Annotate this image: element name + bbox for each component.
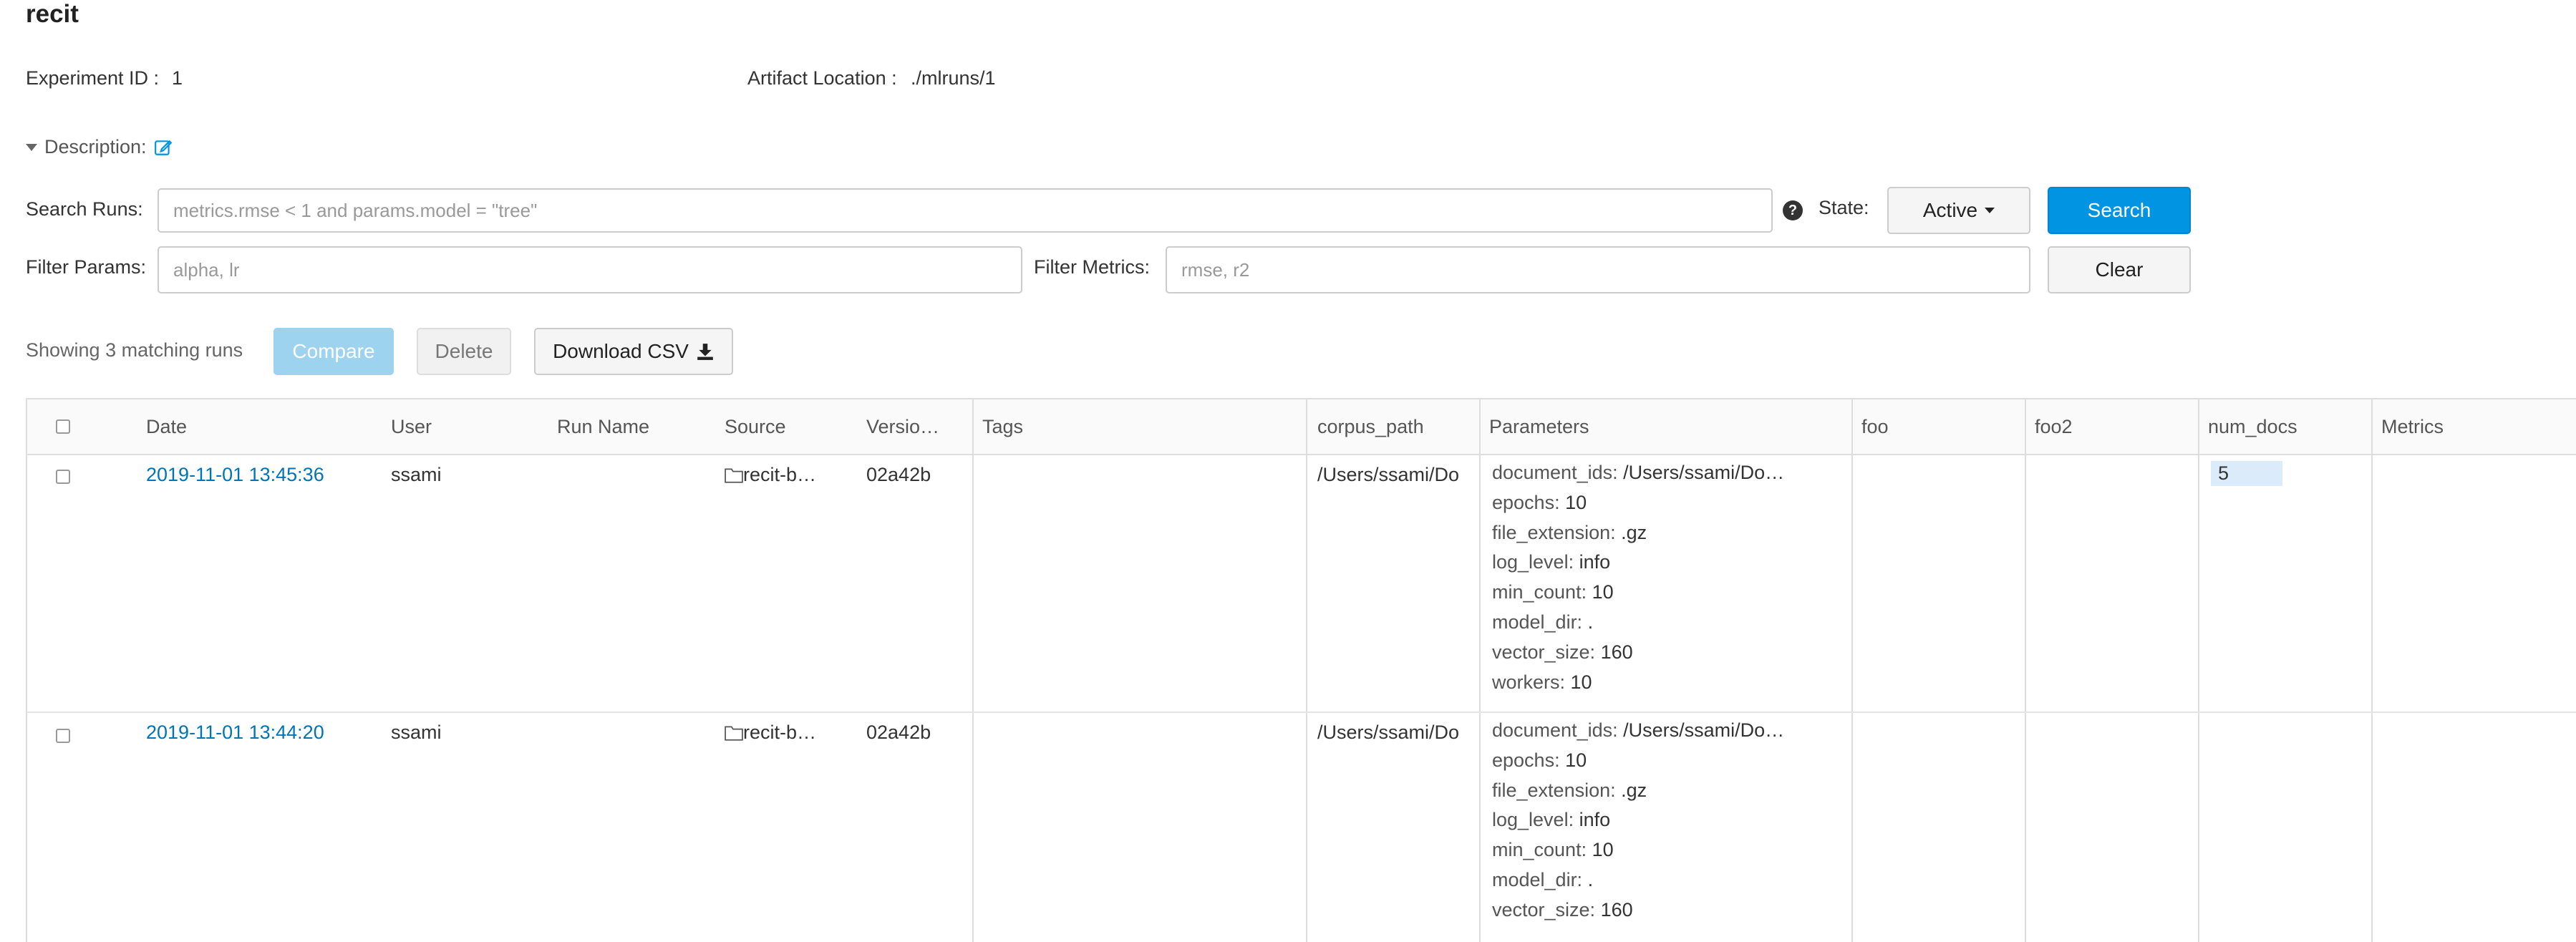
column-num-docs[interactable]: num_docs (2208, 399, 2297, 454)
table-row[interactable]: 2019-11-01 13:45:36 ssami recit-b… 02a42… (27, 455, 2576, 713)
run-parameters: document_ids: /Users/ssami/Do… epochs: 1… (1492, 458, 1784, 697)
filter-metrics-input[interactable]: rmse, r2 (1166, 246, 2030, 293)
run-corpus-path: /Users/ssami/Do (1317, 722, 1460, 743)
table-header: Date User Run Name Source Versio… Tags c… (27, 399, 2576, 455)
column-source[interactable]: Source (725, 399, 786, 454)
param-item: model_dir: . (1492, 868, 1594, 890)
experiment-title: recit (26, 0, 79, 28)
param-item: min_count: 10 (1492, 581, 1614, 603)
download-csv-button[interactable]: Download CSV (534, 328, 733, 375)
run-source[interactable]: recit-b… (725, 464, 853, 486)
state-dropdown[interactable]: Active (1887, 187, 2030, 234)
param-item: model_dir: . (1492, 611, 1594, 633)
state-label: State: (1819, 197, 1869, 218)
filter-params-label: Filter Params: (26, 256, 147, 278)
column-date[interactable]: Date (146, 399, 187, 454)
column-corpus-path[interactable]: corpus_path (1317, 399, 1424, 454)
filter-metrics-label: Filter Metrics: (1034, 256, 1150, 278)
column-foo2[interactable]: foo2 (2035, 399, 2073, 454)
column-metrics[interactable]: Metrics (2381, 399, 2444, 454)
experiment-id-value: 1 (172, 67, 183, 89)
run-num-docs[interactable]: 5 (2211, 461, 2282, 486)
column-parameters[interactable]: Parameters (1489, 399, 1589, 454)
run-source-text: recit-b… (743, 722, 817, 743)
column-user[interactable]: User (391, 399, 432, 454)
run-user: ssami (391, 722, 442, 743)
delete-button[interactable]: Delete (417, 328, 511, 375)
run-source-text: recit-b… (743, 464, 817, 485)
folder-icon (725, 468, 743, 483)
description-toggle[interactable]: Description: (26, 136, 173, 158)
matching-runs-count: Showing 3 matching runs (26, 339, 243, 361)
run-date-link[interactable]: 2019-11-01 13:44:20 (146, 722, 324, 744)
table-row[interactable]: 2019-11-01 13:44:20 ssami recit-b… 02a42… (27, 713, 2576, 942)
search-runs-input[interactable]: metrics.rmse < 1 and params.model = "tre… (158, 188, 1773, 233)
help-icon[interactable]: ? (1783, 200, 1803, 220)
num-docs-value: 5 (2211, 461, 2282, 486)
param-item: epochs: 10 (1492, 749, 1587, 771)
param-item: file_extension: .gz (1492, 779, 1647, 801)
param-item: min_count: 10 (1492, 839, 1614, 861)
run-version: 02a42b (866, 464, 931, 485)
search-runs-label: Search Runs: (26, 198, 143, 220)
artifact-location-value: ./mlruns/1 (911, 67, 996, 89)
artifact-location-label: Artifact Location : (747, 67, 897, 89)
param-item: document_ids: /Users/ssami/Do… (1492, 462, 1785, 483)
chevron-down-icon (1985, 208, 1995, 213)
run-corpus-path: /Users/ssami/Do (1317, 464, 1460, 485)
select-all-checkbox[interactable] (56, 419, 70, 434)
run-version: 02a42b (866, 722, 931, 743)
experiment-id-label: Experiment ID : (26, 67, 160, 89)
param-item: workers: 10 (1492, 671, 1592, 693)
row-checkbox[interactable] (56, 729, 70, 743)
param-item: file_extension: .gz (1492, 521, 1647, 543)
clear-button[interactable]: Clear (2048, 246, 2191, 293)
folder-icon (725, 726, 743, 741)
run-source[interactable]: recit-b… (725, 722, 853, 744)
param-item: log_level: info (1492, 809, 1611, 831)
edit-icon[interactable] (154, 138, 173, 157)
row-checkbox[interactable] (56, 470, 70, 484)
run-user: ssami (391, 464, 442, 485)
filter-params-placeholder: alpha, lr (173, 258, 240, 281)
param-item: document_ids: /Users/ssami/Do… (1492, 719, 1785, 741)
column-tags[interactable]: Tags (982, 399, 1023, 454)
column-run-name[interactable]: Run Name (557, 399, 649, 454)
param-item: vector_size: 160 (1492, 641, 1633, 663)
run-date-link[interactable]: 2019-11-01 13:45:36 (146, 464, 324, 486)
column-version[interactable]: Versio… (866, 399, 952, 454)
caret-down-icon (26, 143, 37, 151)
param-item: log_level: info (1492, 551, 1611, 573)
state-value: Active (1922, 199, 1978, 221)
param-item: epochs: 10 (1492, 491, 1587, 513)
run-parameters: document_ids: /Users/ssami/Do… epochs: 1… (1492, 716, 1784, 926)
search-runs-placeholder: metrics.rmse < 1 and params.model = "tre… (173, 199, 538, 221)
download-icon (697, 344, 713, 360)
download-csv-label: Download CSV (553, 340, 689, 362)
compare-button[interactable]: Compare (273, 328, 394, 375)
runs-table: Date User Run Name Source Versio… Tags c… (26, 398, 2576, 942)
column-foo[interactable]: foo (1861, 399, 1889, 454)
description-label: Description: (44, 136, 147, 157)
search-button[interactable]: Search (2048, 187, 2191, 234)
filter-params-input[interactable]: alpha, lr (158, 246, 1022, 293)
param-item: vector_size: 160 (1492, 898, 1633, 921)
filter-metrics-placeholder: rmse, r2 (1181, 258, 1250, 281)
